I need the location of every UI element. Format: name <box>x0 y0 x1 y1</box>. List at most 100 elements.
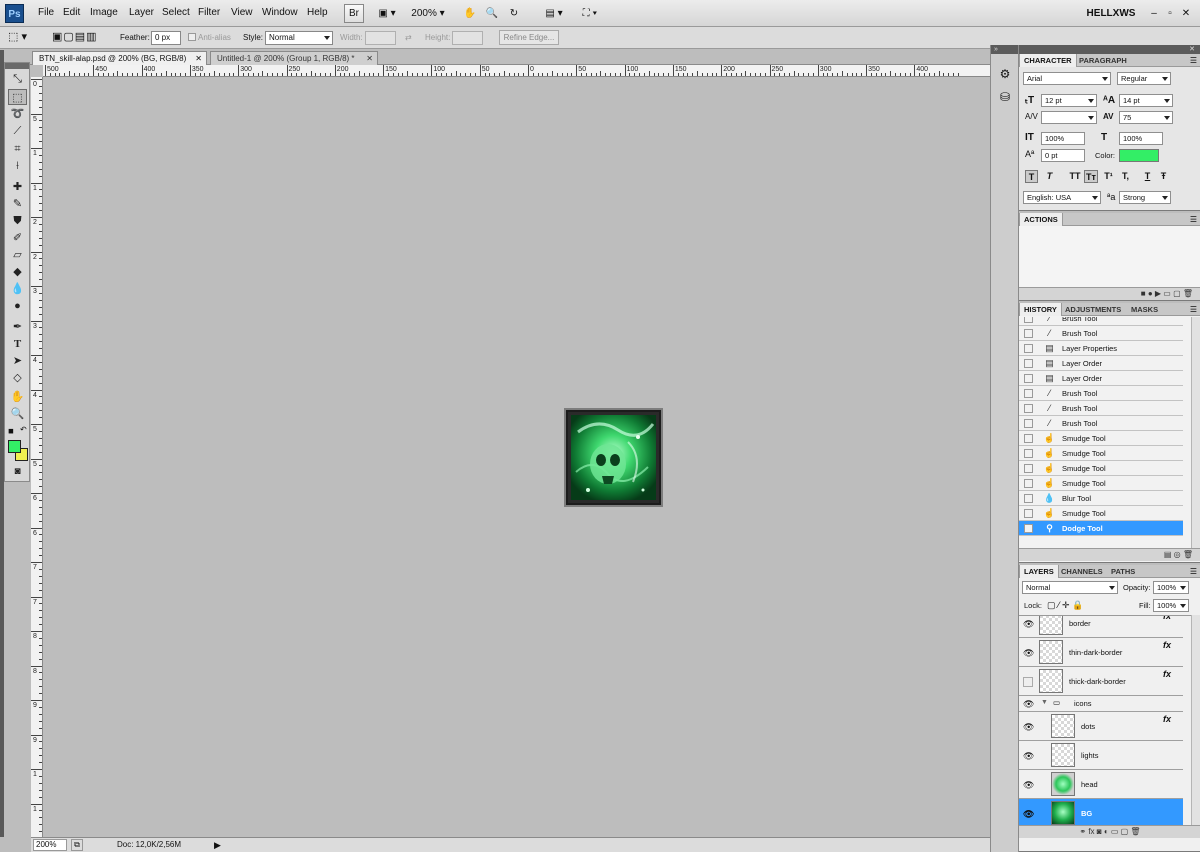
visibility-eye-icon[interactable]: 👁 <box>1023 619 1034 629</box>
history-item[interactable]: ☝ Smudge Tool <box>1019 461 1183 476</box>
view-extras-button[interactable]: ▣ ▾ <box>372 4 402 23</box>
move-tool-icon[interactable]: ⤡ <box>8 71 27 87</box>
leading-input[interactable]: 14 pt <box>1119 94 1173 107</box>
layer-row[interactable]: 👁 thin-dark-border fx <box>1019 638 1183 667</box>
history-snapshot-checkbox[interactable] <box>1024 524 1033 533</box>
minimize-button[interactable]: – <box>1148 4 1160 23</box>
font-family-dropdown[interactable]: Arial <box>1023 72 1111 85</box>
zoom-tool-icon[interactable]: 🔍 <box>484 4 500 23</box>
selection-mode-buttons[interactable]: ▣▢▤▥ <box>52 30 108 46</box>
layer-group-row[interactable]: 👁 ▼ ▭ icons <box>1019 696 1183 712</box>
menu-layer[interactable]: Layer <box>129 7 154 18</box>
history-menu-icon[interactable]: ☰ <box>1190 305 1197 314</box>
visibility-eye-icon[interactable]: 👁 <box>1023 648 1034 658</box>
screen-mode-button[interactable]: ⛶ ▾ <box>576 4 604 23</box>
tool-presets-icon[interactable]: ⚙ <box>997 67 1013 83</box>
blend-mode-dropdown[interactable]: Normal <box>1022 581 1118 594</box>
history-snapshot-checkbox[interactable] <box>1024 359 1033 368</box>
refine-edge-button[interactable]: Refine Edge... <box>499 30 559 45</box>
layer-effects-icon[interactable]: fx <box>1163 669 1171 679</box>
tab-untitled-1[interactable]: Untitled-1 @ 200% (Group 1, RGB/8) * ✕ <box>210 51 378 65</box>
visibility-eye-icon[interactable]: 👁 <box>1023 809 1034 819</box>
history-snapshot-checkbox[interactable] <box>1024 374 1033 383</box>
clone-stamp-tool-icon[interactable]: ⛊ <box>8 213 27 229</box>
shape-tool-icon[interactable]: ◇ <box>8 370 27 386</box>
history-snapshot-checkbox[interactable] <box>1024 404 1033 413</box>
path-selection-tool-icon[interactable]: ➤ <box>8 353 27 369</box>
text-color-swatch[interactable] <box>1119 149 1159 162</box>
history-item[interactable]: 💧 Blur Tool <box>1019 491 1183 506</box>
small-caps-button[interactable]: Tт <box>1084 170 1098 183</box>
zoom-level-dropdown[interactable]: 200% ▾ <box>408 4 448 23</box>
actions-menu-icon[interactable]: ☰ <box>1190 215 1197 224</box>
menu-filter[interactable]: Filter <box>198 7 220 18</box>
layer-row[interactable]: 👁 border fx <box>1019 616 1183 638</box>
zoom-tool-icon[interactable]: 🔍 <box>8 406 27 422</box>
healing-brush-tool-icon[interactable]: ✚ <box>8 179 27 195</box>
layer-row[interactable]: thick-dark-border fx <box>1019 667 1183 696</box>
arrange-documents-button[interactable]: ▤ ▾ <box>540 4 568 23</box>
dodge-tool-icon[interactable]: ● <box>8 298 27 314</box>
close-button[interactable]: ✕ <box>1180 4 1192 23</box>
menu-select[interactable]: Select <box>162 7 190 18</box>
marquee-preset-icon[interactable]: ⬚ ▾ <box>8 30 34 46</box>
subscript-button[interactable]: T, <box>1119 170 1132 183</box>
swap-colors-icon[interactable]: ↶ <box>20 425 28 434</box>
history-scrollbar[interactable] <box>1191 317 1200 549</box>
font-style-dropdown[interactable]: Regular <box>1117 72 1171 85</box>
horizontal-scale-input[interactable]: 100% <box>1119 132 1163 145</box>
menu-edit[interactable]: Edit <box>63 7 80 18</box>
history-snapshot-checkbox[interactable] <box>1024 389 1033 398</box>
layer-row[interactable]: 👁 lights <box>1019 741 1183 770</box>
tab-channels[interactable]: CHANNELS <box>1057 565 1107 578</box>
workspace-switcher[interactable]: HELLXWS ▾ <box>1082 4 1140 36</box>
style-dropdown[interactable]: Normal <box>265 31 333 45</box>
history-item[interactable]: ☝ Smudge Tool <box>1019 506 1183 521</box>
feather-input[interactable]: 0 px <box>151 31 181 45</box>
tab-history[interactable]: HISTORY <box>1019 303 1062 316</box>
history-item[interactable]: ⁄ Brush Tool <box>1019 317 1183 326</box>
default-colors-icon[interactable]: ◼ <box>8 427 15 435</box>
foreground-color-swatch[interactable] <box>8 440 21 453</box>
menu-help[interactable]: Help <box>307 7 328 18</box>
history-item[interactable]: ▤ Layer Order <box>1019 356 1183 371</box>
layer-effects-icon[interactable]: fx <box>1163 714 1171 724</box>
lasso-tool-icon[interactable]: ➰ <box>8 106 27 122</box>
history-item[interactable]: ⚲ Dodge Tool <box>1019 521 1183 536</box>
canvas-area[interactable] <box>43 77 990 837</box>
expand-panels-icon[interactable]: » <box>991 45 1019 54</box>
kerning-input[interactable] <box>1041 111 1097 124</box>
history-item[interactable]: ☝ Smudge Tool <box>1019 476 1183 491</box>
antialias-checkbox[interactable] <box>188 33 196 41</box>
layer-row[interactable]: 👁 BG <box>1019 799 1183 825</box>
blur-tool-icon[interactable]: 💧 <box>8 281 27 297</box>
history-controls-icons[interactable]: ▤ ◎ 🗑 <box>1164 550 1193 559</box>
menu-window[interactable]: Window <box>262 7 298 18</box>
fill-input[interactable]: 100% <box>1153 599 1189 612</box>
tab-paths[interactable]: PATHS <box>1107 565 1139 578</box>
history-snapshot-checkbox[interactable] <box>1024 509 1033 518</box>
history-snapshot-checkbox[interactable] <box>1024 344 1033 353</box>
history-snapshot-checkbox[interactable] <box>1024 419 1033 428</box>
all-caps-button[interactable]: TT <box>1067 170 1083 183</box>
quick-select-tool-icon[interactable]: ⟋ <box>8 123 27 139</box>
language-dropdown[interactable]: English: USA <box>1023 191 1101 204</box>
antialias-dropdown[interactable]: Strong <box>1119 191 1171 204</box>
menu-view[interactable]: View <box>231 7 253 18</box>
layer-effects-icon[interactable]: fx <box>1163 640 1171 650</box>
tab-masks[interactable]: MASKS <box>1127 303 1162 316</box>
quick-mask-icon[interactable]: ◙ <box>8 464 27 480</box>
history-item[interactable]: ☝ Smudge Tool <box>1019 431 1183 446</box>
layers-scrollbar[interactable] <box>1191 615 1200 825</box>
pen-tool-icon[interactable]: ✒ <box>8 319 27 335</box>
history-snapshot-checkbox[interactable] <box>1024 494 1033 503</box>
visibility-eye-icon[interactable]: 👁 <box>1023 780 1034 790</box>
history-snapshot-checkbox[interactable] <box>1024 464 1033 473</box>
tab-layers[interactable]: LAYERS <box>1019 565 1059 578</box>
type-tool-icon[interactable]: T <box>8 336 27 352</box>
status-zoom-field[interactable]: 200% <box>33 839 67 851</box>
menu-file[interactable]: File <box>38 7 54 18</box>
history-item[interactable]: ⁄ Brush Tool <box>1019 386 1183 401</box>
width-input[interactable] <box>365 31 396 45</box>
status-menu-arrow[interactable]: ▶ <box>214 838 221 852</box>
